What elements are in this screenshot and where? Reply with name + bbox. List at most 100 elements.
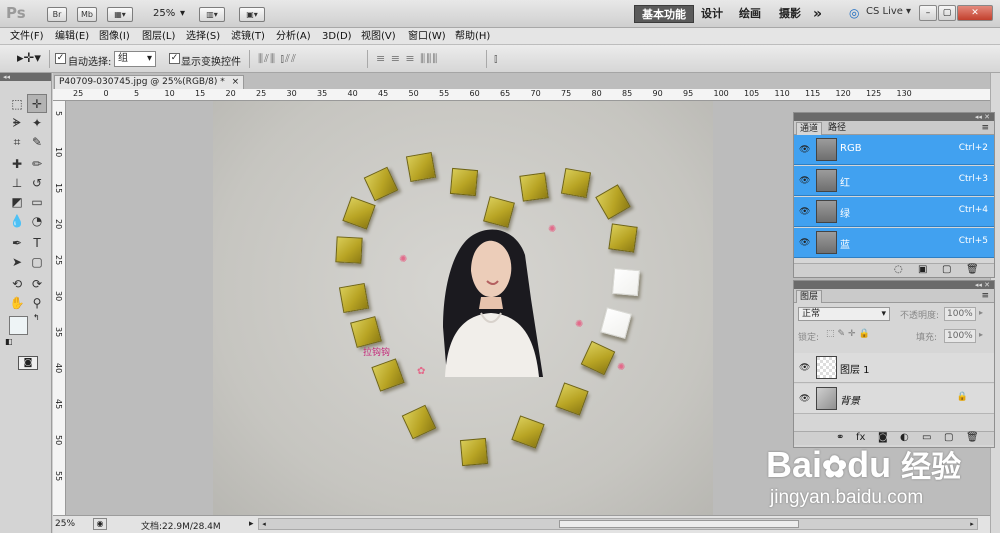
menu-analysis[interactable]: 分析(A) <box>276 30 311 43</box>
scroll-right-icon[interactable]: ▸ <box>967 519 977 529</box>
eye-icon[interactable]: 👁 <box>799 363 812 373</box>
maximize-button[interactable]: ▢ <box>938 5 956 21</box>
move-tool-icon[interactable]: ✛ <box>27 94 47 113</box>
workspace-design[interactable]: 设计 <box>701 5 723 23</box>
brush-tool-icon[interactable]: ✏ <box>27 155 47 174</box>
foreground-color-swatch[interactable] <box>9 316 28 335</box>
channel-row-rgb[interactable]: 👁 RGB Ctrl+2 <box>794 135 994 165</box>
screen-mode-button[interactable]: ▣▾ <box>239 7 265 22</box>
vertical-ruler[interactable]: 5 10 15 20 25 30 35 40 45 50 55 <box>53 101 66 515</box>
align-buttons[interactable]: ⫼⫽⫼ ⫾⫽⫽ <box>258 52 297 66</box>
menu-help[interactable]: 帮助(H) <box>455 30 490 43</box>
eraser-tool-icon[interactable]: ◩ <box>7 193 27 212</box>
hand-tool-icon[interactable]: ✋ <box>7 294 27 313</box>
arrange-documents-button[interactable]: ▥▾ <box>199 7 225 22</box>
shape-tool-icon[interactable]: ▢ <box>27 253 47 272</box>
show-transform-checkbox[interactable]: ✓ <box>169 53 180 64</box>
menu-filter[interactable]: 滤镜(T) <box>231 30 265 43</box>
quick-selection-tool-icon[interactable]: ✦ <box>27 114 47 133</box>
menu-3d[interactable]: 3D(D) <box>322 30 352 43</box>
save-selection-icon[interactable]: ▣ <box>918 264 927 275</box>
chevron-right-icon[interactable]: ▸ <box>979 308 983 317</box>
chevron-down-icon[interactable]: ▾ <box>180 8 185 19</box>
horizontal-ruler[interactable]: 25 0 5 10 15 20 25 30 35 40 45 50 55 60 65 70 75 80 85 90 95… <box>53 89 990 101</box>
tab-layers[interactable]: 图层 <box>796 290 823 303</box>
link-layers-icon[interactable]: ⚭ <box>836 432 844 443</box>
close-icon[interactable]: × <box>232 77 240 87</box>
menu-file[interactable]: 文件(F) <box>10 30 44 43</box>
eye-icon[interactable]: 👁 <box>799 145 812 155</box>
blur-tool-icon[interactable]: 💧 <box>7 212 27 231</box>
close-button[interactable]: ✕ <box>957 5 993 21</box>
scroll-left-icon[interactable]: ◂ <box>259 519 269 529</box>
menu-window[interactable]: 窗口(W) <box>408 30 446 43</box>
status-arrow-icon[interactable]: ▸ <box>249 519 254 529</box>
panel-menu-icon[interactable]: ≡ <box>978 122 992 135</box>
swap-colors-icon[interactable]: ↰ <box>33 313 40 322</box>
document-tab[interactable]: P40709-030745.jpg @ 25%(RGB/8) * × <box>54 75 245 89</box>
tab-paths[interactable]: 路径 <box>825 122 849 135</box>
layer-mask-icon[interactable]: ◙ <box>878 432 888 443</box>
menu-edit[interactable]: 编辑(E) <box>55 30 89 43</box>
move-tool-preset-icon[interactable]: ▸✛▾ <box>17 51 41 66</box>
eyedropper-tool-icon[interactable]: ✎ <box>27 133 47 152</box>
clone-stamp-tool-icon[interactable]: ⊥ <box>7 174 27 193</box>
collapse-panel-icon[interactable]: ◂◂ ✕ <box>794 281 994 289</box>
default-colors-icon[interactable]: ◧ <box>5 337 13 346</box>
view-extras-button[interactable]: ▦▾ <box>107 7 133 22</box>
eye-icon[interactable]: 👁 <box>799 207 812 217</box>
eye-icon[interactable]: 👁 <box>799 238 812 248</box>
opacity-input[interactable]: 100% <box>944 307 976 321</box>
menu-image[interactable]: 图像(I) <box>99 30 130 43</box>
chevron-right-icon[interactable]: ▸ <box>979 330 983 339</box>
status-zoom[interactable]: 25% <box>55 519 75 529</box>
menu-view[interactable]: 视图(V) <box>361 30 396 43</box>
eye-icon[interactable]: 👁 <box>799 176 812 186</box>
auto-align-button[interactable]: ⫾ <box>494 52 499 66</box>
bridge-button[interactable]: Br <box>47 7 67 22</box>
zoom-tool-icon[interactable]: ⚲ <box>27 294 47 313</box>
delete-icon[interactable]: 🗑 <box>966 432 979 443</box>
gradient-tool-icon[interactable]: ▭ <box>27 193 47 212</box>
workspace-photography[interactable]: 摄影 <box>779 5 801 23</box>
scrollbar-thumb[interactable] <box>559 520 799 528</box>
type-tool-icon[interactable]: T <box>27 234 47 253</box>
lock-icons[interactable]: ⬚✎✛🔒 <box>826 329 873 339</box>
layer-style-icon[interactable]: fx <box>856 432 865 443</box>
layer-row[interactable]: 👁 背景 🔒 <box>794 384 994 414</box>
distribute-buttons[interactable]: ≡ ≡ ≡ ⫼⫼⫼ <box>376 52 438 66</box>
tab-channels[interactable]: 通道 <box>796 122 823 135</box>
collapse-tools-icon[interactable]: ◂◂ <box>0 73 51 81</box>
workspace-painting[interactable]: 绘画 <box>739 5 761 23</box>
quick-mask-icon[interactable]: ◙ <box>18 356 38 370</box>
load-selection-icon[interactable]: ◌ <box>894 264 903 275</box>
new-group-icon[interactable]: ▭ <box>922 432 931 443</box>
minimize-button[interactable]: – <box>919 5 937 21</box>
horizontal-scrollbar[interactable]: ◂ ▸ <box>258 518 978 530</box>
3d-rotate-tool-icon[interactable]: ⟲ <box>7 275 27 294</box>
panel-menu-icon[interactable]: ≡ <box>978 290 992 303</box>
channel-row-blue[interactable]: 👁 蓝 Ctrl+5 <box>794 228 994 258</box>
menu-select[interactable]: 选择(S) <box>186 30 220 43</box>
auto-select-checkbox[interactable]: ✓ <box>55 53 66 64</box>
new-layer-icon[interactable]: ▢ <box>944 432 953 443</box>
healing-brush-tool-icon[interactable]: ✚ <box>7 155 27 174</box>
path-selection-tool-icon[interactable]: ➤ <box>7 253 27 272</box>
chevron-down-icon[interactable]: ▾ <box>906 6 911 17</box>
delete-icon[interactable]: 🗑 <box>966 264 979 275</box>
history-brush-tool-icon[interactable]: ↺ <box>27 174 47 193</box>
adjustment-layer-icon[interactable]: ◐ <box>900 432 909 443</box>
lasso-tool-icon[interactable]: ᗙ <box>7 114 27 133</box>
blend-mode-select[interactable]: 正常 ▾ <box>798 307 890 321</box>
fill-input[interactable]: 100% <box>944 329 976 343</box>
menu-layer[interactable]: 图层(L) <box>142 30 175 43</box>
photo-canvas[interactable]: ✺ ✺ ✺ ✺ ✺ ✿ 拉钩钩 <box>213 101 713 515</box>
zoom-level[interactable]: 25% <box>153 8 175 19</box>
workspace-essentials[interactable]: 基本功能 <box>634 5 694 23</box>
mini-bridge-button[interactable]: Mb <box>77 7 97 22</box>
status-info-icon[interactable]: ◉ <box>93 518 107 530</box>
auto-select-dropdown[interactable]: 组 ▾ <box>114 51 156 67</box>
marquee-tool-icon[interactable]: ⬚ <box>7 95 27 114</box>
layer-row[interactable]: 👁 图层 1 <box>794 353 994 383</box>
new-channel-icon[interactable]: ▢ <box>942 264 951 275</box>
